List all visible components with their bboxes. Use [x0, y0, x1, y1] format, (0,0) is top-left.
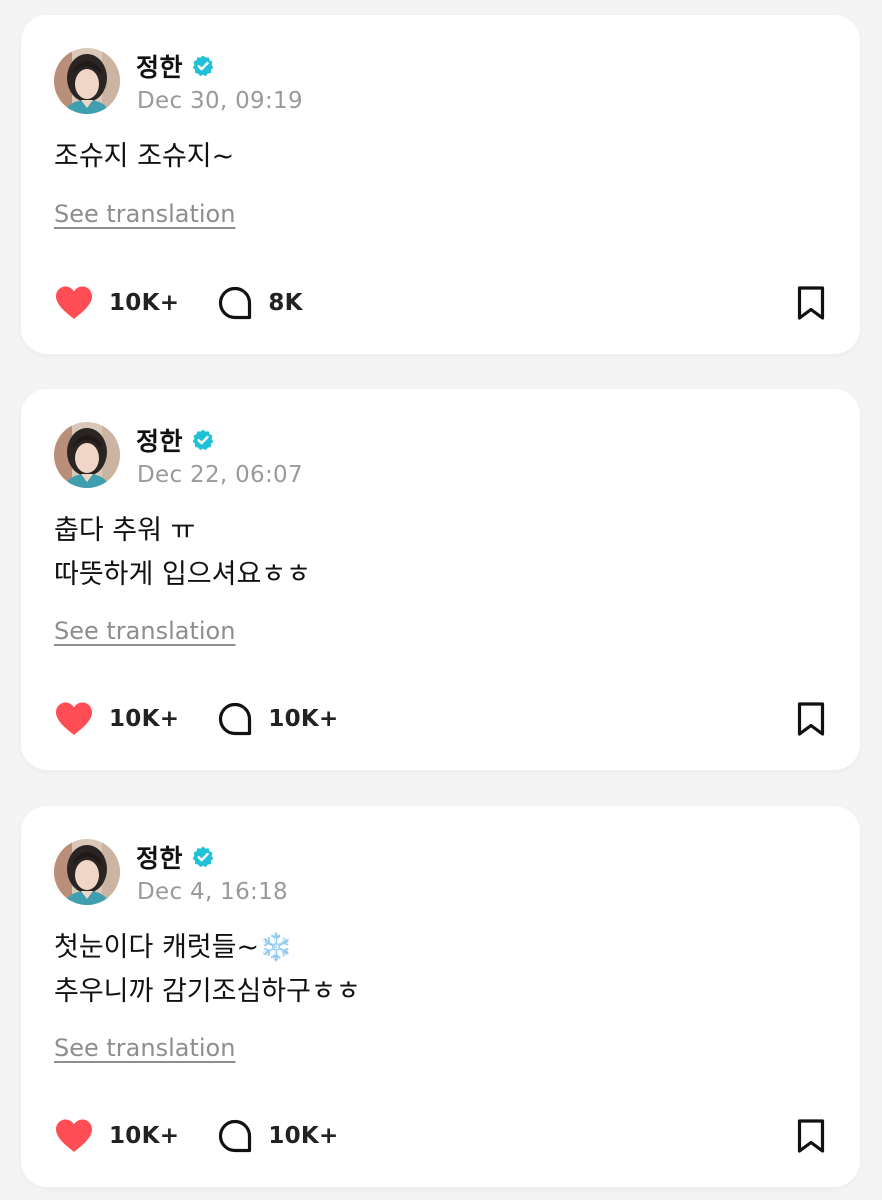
verified-badge-icon [191, 428, 215, 452]
post-body-line: 조슈지 조슈지~ [54, 141, 235, 172]
verified-badge-icon [191, 54, 215, 78]
heart-icon[interactable] [54, 701, 94, 737]
like-count: 10K+ [109, 706, 180, 732]
author-row: 정한 [136, 49, 215, 83]
see-translation-link[interactable]: See translation [54, 200, 235, 228]
heart-icon[interactable] [54, 285, 94, 321]
comment-icon[interactable] [217, 285, 253, 321]
see-translation-link[interactable]: See translation [54, 617, 235, 645]
post-body: 조슈지 조슈지~ [54, 135, 234, 179]
comment-count: 10K+ [268, 706, 339, 732]
comment-icon[interactable] [217, 1118, 253, 1154]
post-card: 정한 Dec 4, 16:18 첫눈이다 캐럿들~❄️ 추우니까 감기조심하구ㅎ… [21, 806, 860, 1187]
post-card: 정한 Dec 30, 09:19 조슈지 조슈지~ See translatio… [21, 15, 860, 354]
bookmark-icon[interactable] [795, 1118, 827, 1154]
comment-icon[interactable] [217, 701, 253, 737]
post-body: 춥다 추워 ㅠ 따뜻하게 입으셔요ㅎㅎ [54, 509, 311, 597]
avatar[interactable] [54, 422, 120, 488]
avatar[interactable] [54, 839, 120, 905]
bookmark-icon[interactable] [795, 701, 827, 737]
post-card: 정한 Dec 22, 06:07 춥다 추워 ㅠ 따뜻하게 입으셔요ㅎㅎ See… [21, 389, 860, 770]
like-button[interactable]: 10K+ [54, 1118, 179, 1154]
like-count: 10K+ [109, 290, 180, 316]
post-body-line: 춥다 추워 ㅠ [54, 515, 196, 546]
bookmark-button[interactable] [795, 701, 827, 737]
post-actions: 10K+ 10K+ [54, 699, 827, 739]
post-body-line: 추우니까 감기조심하구ㅎㅎ [54, 976, 361, 1007]
like-button[interactable]: 10K+ [54, 701, 179, 737]
author-name[interactable]: 정한 [136, 839, 183, 875]
heart-icon[interactable] [54, 1118, 94, 1154]
bookmark-button[interactable] [795, 1118, 827, 1154]
comment-button[interactable]: 10K+ [217, 701, 338, 737]
bookmark-button[interactable] [795, 285, 827, 321]
post-body-line: 따뜻하게 입으셔요ㅎㅎ [54, 559, 311, 590]
post-body: 첫눈이다 캐럿들~❄️ 추우니까 감기조심하구ㅎㅎ [54, 926, 361, 1014]
bookmark-icon[interactable] [795, 285, 827, 321]
author-row: 정한 [136, 840, 215, 874]
see-translation-link[interactable]: See translation [54, 1034, 235, 1062]
author-name[interactable]: 정한 [136, 422, 183, 458]
comment-count: 10K+ [268, 1123, 339, 1149]
comment-button[interactable]: 8K [217, 285, 302, 321]
post-body-line: 첫눈이다 캐럿들~❄️ [54, 932, 293, 963]
post-date: Dec 4, 16:18 [137, 879, 288, 905]
avatar[interactable] [54, 48, 120, 114]
post-actions: 10K+ 8K [54, 283, 827, 323]
post-date: Dec 22, 06:07 [137, 462, 303, 488]
like-button[interactable]: 10K+ [54, 285, 179, 321]
post-actions: 10K+ 10K+ [54, 1116, 827, 1156]
author-name[interactable]: 정한 [136, 48, 183, 84]
comment-button[interactable]: 10K+ [217, 1118, 338, 1154]
post-date: Dec 30, 09:19 [137, 88, 303, 114]
author-row: 정한 [136, 423, 215, 457]
comment-count: 8K [268, 290, 303, 316]
verified-badge-icon [191, 845, 215, 869]
like-count: 10K+ [109, 1123, 180, 1149]
